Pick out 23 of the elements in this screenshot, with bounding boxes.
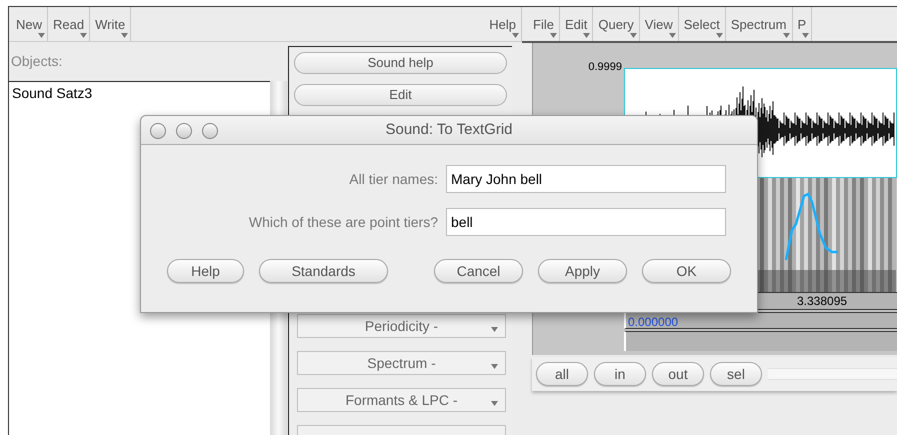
text-field[interactable]: bell	[446, 208, 726, 236]
text-field[interactable]: Mary John bell	[446, 165, 726, 193]
dialog-button[interactable]: Cancel	[434, 259, 523, 283]
dialog-button[interactable]: OK	[642, 259, 731, 283]
dialog-button[interactable]: Standards	[259, 259, 388, 283]
menu-button[interactable]: Formants & LPC -	[297, 388, 506, 412]
amplitude-label: 0.9999	[588, 60, 622, 75]
menu-button[interactable]: Spectrum -	[297, 351, 506, 375]
objects-label: Objects:	[11, 52, 62, 71]
zoom-button[interactable]: in	[594, 362, 646, 386]
field-label: Which of these are point tiers?	[248, 212, 439, 232]
action-button[interactable]: Edit	[294, 84, 507, 106]
time-bar: 0.000000	[624, 312, 897, 329]
action-button[interactable]: Sound help	[294, 52, 507, 74]
field-label: All tier names:	[348, 170, 439, 188]
dialog-button[interactable]: Help	[167, 259, 244, 283]
zoom-button[interactable]: all	[536, 362, 588, 386]
dialog-title: Sound: To TextGrid	[385, 120, 513, 140]
dialog-button[interactable]: Apply	[538, 259, 627, 283]
zoom-button[interactable]: out	[652, 362, 704, 386]
list-item[interactable]: Sound Satz3	[9, 83, 96, 104]
zoom-button[interactable]: sel	[710, 362, 762, 386]
menu-button[interactable]: Periodicity -	[297, 314, 506, 338]
